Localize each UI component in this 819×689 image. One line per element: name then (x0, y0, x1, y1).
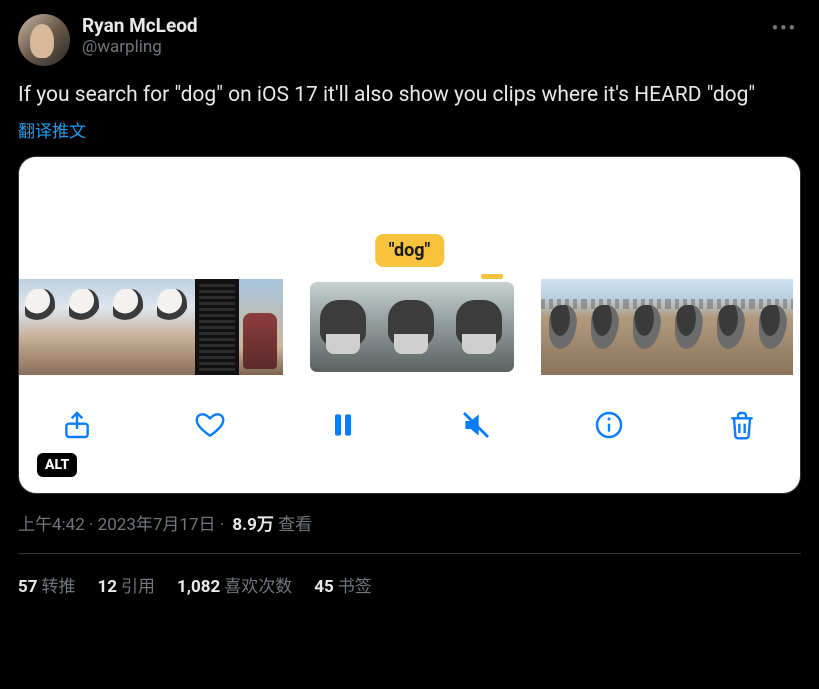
likes-label: 喜欢次数 (224, 577, 292, 597)
tweet-text: If you search for "dog" on iOS 17 it'll … (18, 82, 801, 109)
display-name: Ryan McLeod (82, 14, 768, 37)
date: 2023年7月17日 (98, 515, 216, 535)
bookmarks-label: 书签 (338, 577, 372, 597)
thumbnail (19, 279, 63, 375)
thumbnail (63, 279, 107, 375)
translate-link[interactable]: 翻译推文 (18, 117, 86, 142)
handle: @warpling (82, 37, 768, 57)
likes-count: 1,082 (177, 577, 220, 597)
avatar[interactable] (18, 14, 70, 66)
quotes-count: 12 (98, 577, 118, 597)
quotes-label: 引用 (121, 577, 155, 597)
video-filmstrip[interactable] (19, 279, 800, 375)
mute-icon[interactable] (454, 403, 498, 447)
tweet-header: Ryan McLeod @warpling ••• (18, 14, 801, 66)
heart-icon[interactable] (188, 403, 232, 447)
thumbnail (446, 282, 514, 372)
caption-pill: "dog" (375, 234, 445, 267)
thumbnail (667, 279, 709, 375)
pause-icon[interactable] (321, 403, 365, 447)
more-icon[interactable]: ••• (768, 14, 801, 43)
stat-retweets[interactable]: 57转推 (18, 572, 76, 597)
author-names[interactable]: Ryan McLeod @warpling (82, 14, 768, 57)
alt-badge[interactable]: ALT (37, 453, 77, 477)
media-top: "dog" (19, 157, 800, 279)
separator: · (85, 515, 98, 535)
thumbnail (583, 279, 625, 375)
info-icon[interactable] (587, 403, 631, 447)
thumbnail (751, 279, 793, 375)
thumbnail (151, 279, 195, 375)
retweets-label: 转推 (42, 577, 76, 597)
clip-2-selected[interactable] (307, 279, 517, 375)
thumbnail (107, 279, 151, 375)
thumbnail (310, 282, 378, 372)
views-label: 查看 (278, 515, 312, 535)
clip-1[interactable] (19, 279, 283, 375)
retweets-count: 57 (18, 577, 38, 597)
thumbnail (625, 279, 667, 375)
stat-bookmarks[interactable]: 45书签 (314, 572, 372, 597)
video-toolbar (19, 375, 800, 475)
trash-icon[interactable] (720, 403, 764, 447)
separator: · (216, 515, 229, 535)
views-count: 8.9万 (232, 515, 273, 535)
thumbnail (378, 282, 446, 372)
stat-quotes[interactable]: 12引用 (98, 572, 156, 597)
thumbnail (239, 279, 283, 375)
tweet-container: Ryan McLeod @warpling ••• If you search … (0, 0, 819, 615)
tweet-stats: 57转推 12引用 1,082喜欢次数 45书签 (18, 554, 801, 615)
stat-likes[interactable]: 1,082喜欢次数 (177, 572, 292, 597)
thumbnail (195, 279, 239, 375)
clip-3[interactable] (541, 279, 793, 375)
thumbnail (709, 279, 751, 375)
thumbnail (541, 279, 583, 375)
bookmarks-count: 45 (314, 577, 334, 597)
media-card[interactable]: "dog" (18, 156, 801, 494)
share-icon[interactable] (55, 403, 99, 447)
tweet-meta[interactable]: 上午4:42 · 2023年7月17日 · 8.9万 查看 (18, 510, 801, 535)
time: 上午4:42 (18, 515, 85, 535)
